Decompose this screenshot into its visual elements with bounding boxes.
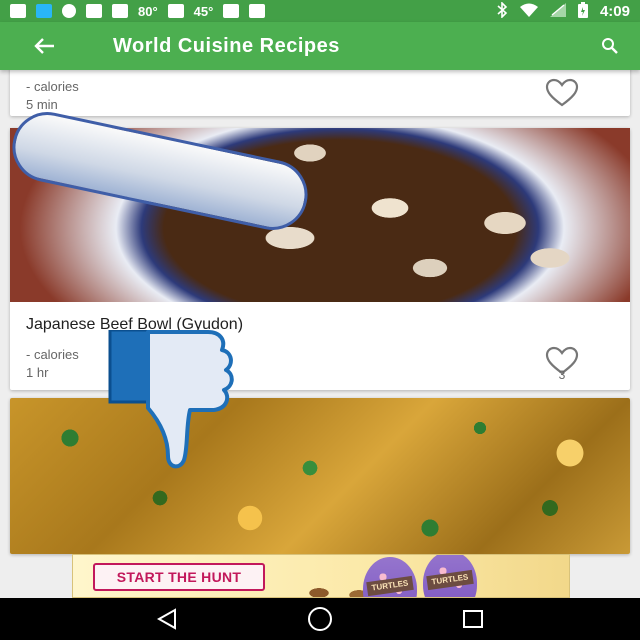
back-nav-icon: [156, 608, 176, 630]
brand-label: TURTLES: [366, 575, 414, 597]
recipe-card[interactable]: [10, 398, 630, 554]
easter-egg-graphic: TURTLES: [423, 555, 477, 597]
like-count: 3: [558, 368, 566, 382]
recipe-calories: - calories: [26, 347, 79, 362]
recipe-card[interactable]: Japanese Beef Bowl (Gyudon) - calories 1…: [6, 105, 630, 390]
app-bar: World Cuisine Recipes: [0, 22, 640, 70]
ad-cta-button[interactable]: START THE HUNT: [93, 563, 265, 591]
clock: 4:09: [599, 2, 630, 20]
temperature-2: 45°: [193, 3, 214, 19]
search-button[interactable]: [580, 22, 640, 70]
battery-icon: [577, 1, 588, 21]
recipe-card[interactable]: - calories 5 min: [10, 70, 630, 116]
recipe-time: 5 min: [26, 97, 58, 112]
easter-egg-graphic: TURTLES: [363, 557, 417, 597]
home-nav-icon: [307, 607, 332, 631]
nav-recents-button[interactable]: [453, 599, 493, 639]
signal-icon: [549, 2, 566, 20]
recipe-time: 1 hr: [26, 365, 49, 380]
favorite-button[interactable]: [545, 78, 579, 108]
dictionary-icon: [36, 4, 52, 18]
temperature-1: 80°: [138, 3, 158, 19]
briefcase-icon: [249, 4, 266, 18]
recipe-calories: - calories: [26, 79, 79, 94]
ad-banner[interactable]: START THE HUNT TURTLES TURTLES: [72, 554, 570, 598]
recipe-list[interactable]: - calories 5 min Japanese Beef Bowl (Gyu…: [0, 70, 640, 598]
wifi-icon: [519, 3, 538, 20]
recipe-image[interactable]: [6, 105, 630, 302]
recipe-image[interactable]: [10, 398, 630, 554]
android-icon: [167, 4, 184, 18]
page-title: World Cuisine Recipes: [113, 34, 340, 57]
lock-icon: [112, 4, 128, 18]
info-icon: [62, 4, 76, 18]
spoon-graphic: [6, 105, 314, 237]
nav-back-button[interactable]: [147, 599, 187, 639]
thumbs-down-icon: [108, 330, 234, 469]
search-icon: [602, 38, 618, 54]
brand-label: TURTLES: [426, 569, 474, 591]
bluetooth-icon: [496, 0, 508, 21]
navigation-bar: [0, 598, 640, 640]
recents-nav-icon: [463, 610, 484, 628]
status-bar: 80° 45° 4:09: [0, 0, 640, 22]
message-icon: [10, 4, 26, 18]
photo-icon: [223, 4, 240, 18]
nav-home-button[interactable]: [300, 599, 340, 639]
no-wifi-icon: [86, 4, 102, 18]
heart-icon: [545, 78, 579, 107]
